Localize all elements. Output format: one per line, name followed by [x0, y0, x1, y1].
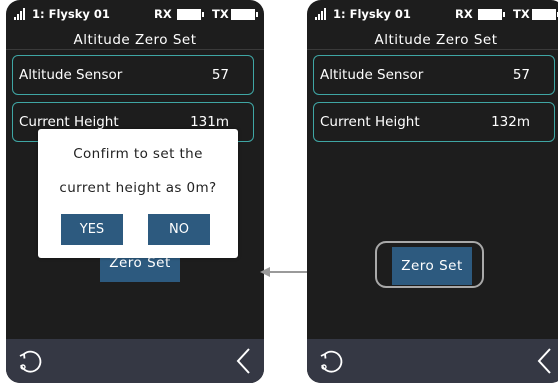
yes-button[interactable]: YES — [61, 214, 123, 245]
status-bar: 1: Flysky 01 RX TX — [6, 0, 264, 26]
bottom-bar — [6, 339, 264, 383]
tx-battery-icon — [231, 9, 258, 20]
status-bar: 1: Flysky 01 RX TX — [307, 0, 558, 26]
field-value: 57 — [211, 67, 229, 83]
no-button[interactable]: NO — [148, 214, 210, 245]
page-title: Altitude Zero Set — [73, 32, 197, 48]
field-label: Current Height — [320, 114, 420, 130]
right-screen: 1: Flysky 01 RX TX Altitude Zero Set Alt… — [307, 0, 558, 383]
field-value: 131m — [190, 114, 229, 130]
return-chevron-icon[interactable] — [234, 347, 254, 375]
field-label: Altitude Sensor — [320, 67, 424, 83]
tx-label: TX — [513, 7, 530, 21]
title-divider — [6, 49, 264, 50]
tx-label: TX — [212, 7, 229, 21]
field-value: 57 — [512, 67, 530, 83]
altitude-sensor-field: Altitude Sensor 57 — [12, 55, 254, 95]
current-height-field: Current Height 132m — [313, 102, 555, 142]
rx-battery-icon — [478, 9, 505, 20]
title-divider — [307, 49, 558, 50]
return-chevron-icon[interactable] — [535, 347, 555, 375]
tx-battery-icon — [532, 9, 558, 20]
back-rotate-icon[interactable] — [316, 346, 346, 376]
dialog-message-line-2: current height as 0m? — [59, 180, 217, 196]
model-name: 1: Flysky 01 — [333, 7, 411, 21]
rx-label: RX — [455, 7, 473, 21]
page-title: Altitude Zero Set — [374, 32, 498, 48]
back-rotate-icon[interactable] — [15, 346, 45, 376]
rx-battery-icon — [177, 9, 204, 20]
signal-icon — [14, 8, 28, 20]
arrow-left-icon — [260, 267, 308, 277]
rx-label: RX — [154, 7, 172, 21]
model-name: 1: Flysky 01 — [32, 7, 110, 21]
confirm-dialog: Confirm to set the current height as 0m?… — [38, 129, 238, 258]
field-value: 132m — [491, 114, 530, 130]
signal-icon — [315, 8, 329, 20]
field-label: Current Height — [19, 114, 119, 130]
dialog-message-line-1: Confirm to set the — [73, 146, 203, 162]
zero-set-button[interactable]: Zero Set — [392, 247, 472, 285]
bottom-bar — [307, 339, 558, 383]
left-screen: 1: Flysky 01 RX TX Altitude Zero Set Alt… — [6, 0, 264, 383]
altitude-sensor-field: Altitude Sensor 57 — [313, 55, 555, 95]
field-label: Altitude Sensor — [19, 67, 123, 83]
